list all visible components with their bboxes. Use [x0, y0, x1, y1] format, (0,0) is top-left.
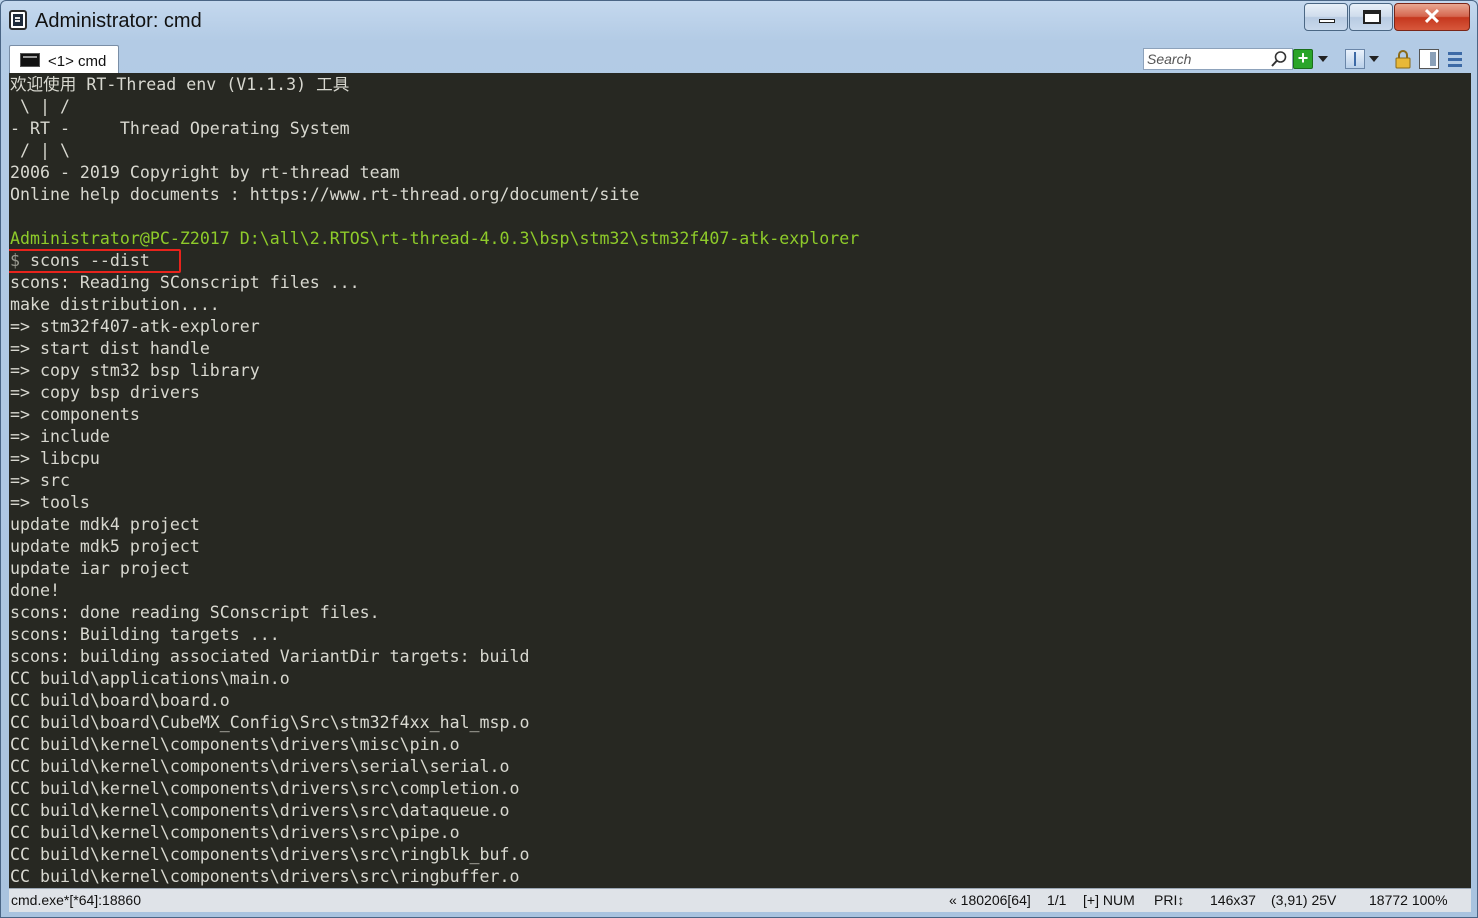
output-line: update mdk4 project [10, 515, 200, 534]
output-line: => copy stm32 bsp library [10, 361, 260, 380]
output-line: CC build\kernel\components\drivers\src\r… [10, 845, 530, 864]
output-line: done! [10, 581, 60, 600]
prompt-line: Administrator@PC-Z2017 D:\all\2.RTOS\rt-… [10, 228, 859, 250]
status-priority: PRI↕ [1154, 892, 1185, 908]
tab-label: <1> cmd [48, 53, 107, 70]
output-line: CC build\board\board.o [10, 691, 230, 710]
prompt-user: Administrator@PC-Z2017 [10, 229, 230, 248]
menu-icon[interactable] [1445, 49, 1465, 69]
lock-icon[interactable] [1393, 49, 1413, 69]
terminal-output[interactable]: 欢迎使用 RT-Thread env (V1.1.3) 工具 \ | / - R… [9, 73, 1471, 888]
terminal-lines: 欢迎使用 RT-Thread env (V1.1.3) 工具 \ | / - R… [10, 74, 859, 888]
output-line: CC build\kernel\components\drivers\src\r… [10, 867, 520, 886]
status-cursor: (3,91) 25V [1271, 892, 1337, 908]
status-buffer: « 180206[64] [949, 892, 1031, 908]
output-line: => copy bsp drivers [10, 383, 200, 402]
output-line: CC build\applications\main.o [10, 669, 290, 688]
maximize-button[interactable] [1349, 3, 1393, 31]
panel-toggle-icon[interactable] [1419, 49, 1439, 69]
output-line: CC build\kernel\components\drivers\seria… [10, 757, 510, 776]
minimize-icon [1319, 19, 1335, 23]
new-console-dropdown-chevron-down-icon[interactable] [1316, 49, 1330, 69]
status-mode: [+] NUM [1083, 892, 1135, 908]
prompt-path: D:\all\2.RTOS\rt-thread-4.0.3\bsp\stm32\… [239, 229, 860, 248]
output-line: => tools [10, 493, 90, 512]
terminal-icon [20, 53, 40, 67]
banner-line: 欢迎使用 RT-Thread env (V1.1.3) 工具 [10, 75, 350, 94]
command-text: scons --dist [30, 251, 150, 270]
output-line: => libcpu [10, 449, 100, 468]
banner-line: 2006 - 2019 Copyright by rt-thread team [10, 163, 400, 182]
output-line: CC build\kernel\components\drivers\src\d… [10, 801, 510, 820]
maximize-icon [1363, 10, 1381, 24]
banner-line: Online help documents : https://www.rt-t… [10, 185, 640, 204]
output-line: update mdk5 project [10, 537, 200, 556]
close-icon: ✕ [1422, 4, 1442, 29]
window-title: Administrator: cmd [35, 10, 202, 32]
output-line: scons: Reading SConscript files ... [10, 273, 360, 292]
output-line: => components [10, 405, 140, 424]
tab-cmd[interactable]: <1> cmd [9, 45, 119, 73]
console-window: Administrator: cmd ✕ <1> cmd + [0, 0, 1478, 918]
output-line: => stm32f407-atk-explorer [10, 317, 260, 336]
new-console-plus-icon[interactable]: + [1293, 49, 1313, 69]
tab-bar: <1> cmd + [9, 45, 1471, 73]
status-process: cmd.exe*[*64]:18860 [11, 892, 141, 908]
output-line: CC build\kernel\components\drivers\misc\… [10, 735, 460, 754]
output-line: make distribution.... [10, 295, 220, 314]
output-line: CC build\kernel\components\drivers\src\p… [10, 823, 460, 842]
status-memory: 18772 100% [1369, 892, 1448, 908]
banner-line: - RT - Thread Operating System [10, 119, 350, 138]
output-line: => src [10, 471, 70, 490]
output-line: CC build\board\CubeMX_Config\Src\stm32f4… [10, 713, 530, 732]
output-line: scons: Building targets ... [10, 625, 280, 644]
command-line: $ scons --dist [10, 250, 859, 272]
output-line: => include [10, 427, 110, 446]
status-page: 1/1 [1047, 892, 1067, 908]
output-line: scons: done reading SConscript files. [10, 603, 380, 622]
split-view-icon[interactable] [1345, 49, 1365, 69]
output-line: CC build\kernel\components\drivers\src\c… [10, 779, 520, 798]
search-input[interactable] [1147, 50, 1267, 68]
title-bar[interactable]: Administrator: cmd ✕ [1, 1, 1477, 43]
banner-line: \ | / [10, 97, 70, 116]
close-button[interactable]: ✕ [1394, 3, 1470, 31]
output-line: scons: building associated VariantDir ta… [10, 647, 530, 666]
search-icon[interactable] [1270, 50, 1288, 68]
split-view-dropdown-chevron-down-icon[interactable] [1367, 49, 1381, 69]
console-app-icon[interactable] [9, 10, 27, 30]
search-box[interactable] [1143, 48, 1293, 70]
status-bar: cmd.exe*[*64]:18860 « 180206[64] 1/1 [+]… [9, 888, 1471, 912]
banner-line: / | \ [10, 141, 70, 160]
output-line: update iar project [10, 559, 190, 578]
output-line: => start dist handle [10, 339, 210, 358]
minimize-button[interactable] [1304, 3, 1348, 31]
prompt-symbol: $ [10, 251, 20, 270]
status-size: 146x37 [1210, 892, 1256, 908]
banner-line [10, 206, 859, 228]
